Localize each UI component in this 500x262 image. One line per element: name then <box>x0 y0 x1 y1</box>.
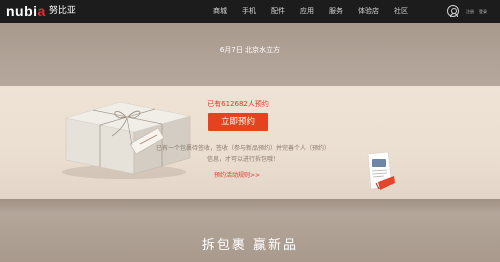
description-line-2: 信息，才可以进行拆包哦！ <box>206 156 279 163</box>
gift-box-icon <box>54 80 204 180</box>
nav-item-phones[interactable]: 手机 <box>242 0 256 23</box>
reservation-rules-link[interactable]: 预约活动规则>> <box>197 170 277 179</box>
nav-item-store[interactable]: 商城 <box>213 0 227 23</box>
event-date-location: 6月7日 北京水立方 <box>219 46 281 54</box>
reservation-description: 已有一个包裹待签收，签收（参与新品预约）并完善个人（预约） 信息，才可以进行拆包… <box>143 143 343 165</box>
login-link[interactable]: 登录 <box>479 0 487 23</box>
nav-item-community[interactable]: 社区 <box>394 0 408 23</box>
auth-links: 注册 登录 <box>466 0 492 23</box>
main-nav: 商城 手机 配件 应用 服务 体验店 社区 <box>213 0 423 23</box>
register-link[interactable]: 注册 <box>466 0 474 23</box>
logo-wordmark: nubia <box>6 3 46 19</box>
user-circle-icon[interactable] <box>447 5 459 17</box>
nav-item-service[interactable]: 服务 <box>329 0 343 23</box>
reservation-count: 已有612682人预约 <box>207 100 269 108</box>
top-navigation-bar: nubia 努比亚 商城 手机 配件 应用 服务 体验店 社区 注册 登录 <box>0 0 500 23</box>
campaign-slogan: 拆包裹 赢新品 <box>201 238 299 253</box>
reserve-now-button[interactable]: 立即预约 <box>208 113 268 131</box>
nav-item-accessories[interactable]: 配件 <box>271 0 285 23</box>
nav-item-experience-store[interactable]: 体验店 <box>358 0 379 23</box>
brand-logo[interactable]: nubia 努比亚 <box>6 3 76 20</box>
logo-chinese-name: 努比亚 <box>48 6 76 16</box>
form-document-icon <box>362 150 396 192</box>
nav-item-apps[interactable]: 应用 <box>300 0 314 23</box>
hero-banner: 6月7日 北京水立方 已有612682人预约 立即预约 已有一个包裹待签收，签收… <box>0 23 500 262</box>
band-shadow <box>0 199 500 213</box>
description-line-1: 已有一个包裹待签收，签收（参与新品预约）并完善个人（预约） <box>155 145 330 152</box>
